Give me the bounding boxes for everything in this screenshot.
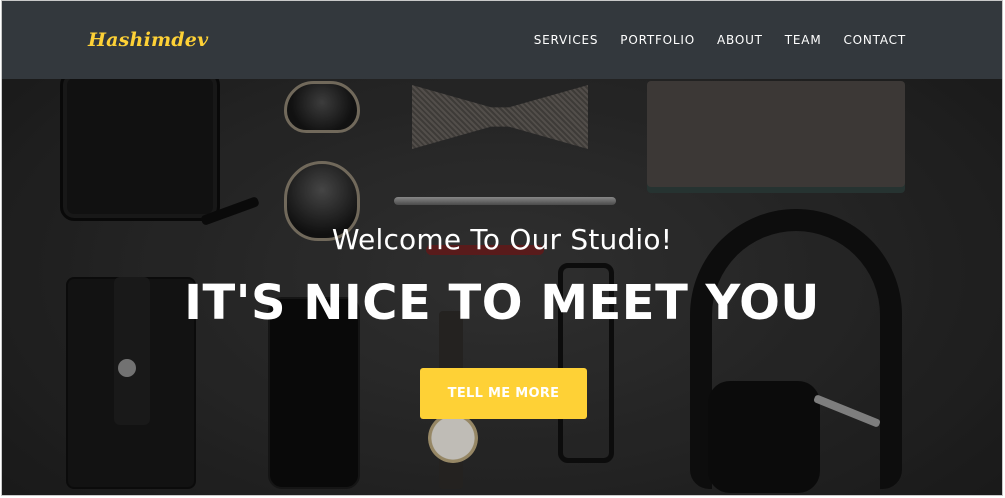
nav-link-services[interactable]: SERVICES — [534, 33, 599, 47]
nav-link-team[interactable]: TEAM — [785, 33, 822, 47]
tell-me-more-button[interactable]: TELL ME MORE — [420, 368, 587, 419]
hero-heading: IT'S NICE TO MEET YOU — [184, 275, 820, 331]
nav-link-contact[interactable]: CONTACT — [843, 33, 906, 47]
nav-link-portfolio[interactable]: PORTFOLIO — [620, 33, 695, 47]
brand-logo[interactable]: Hashimdev — [88, 29, 208, 51]
browser-viewport: Welcome To Our Studio! IT'S NICE TO MEET… — [1, 0, 1003, 496]
hero-subheading: Welcome To Our Studio! — [331, 223, 673, 256]
navbar: Hashimdev SERVICES PORTFOLIO ABOUT TEAM … — [2, 1, 1002, 79]
nav-menu: SERVICES PORTFOLIO ABOUT TEAM CONTACT — [512, 33, 906, 47]
nav-link-about[interactable]: ABOUT — [717, 33, 763, 47]
